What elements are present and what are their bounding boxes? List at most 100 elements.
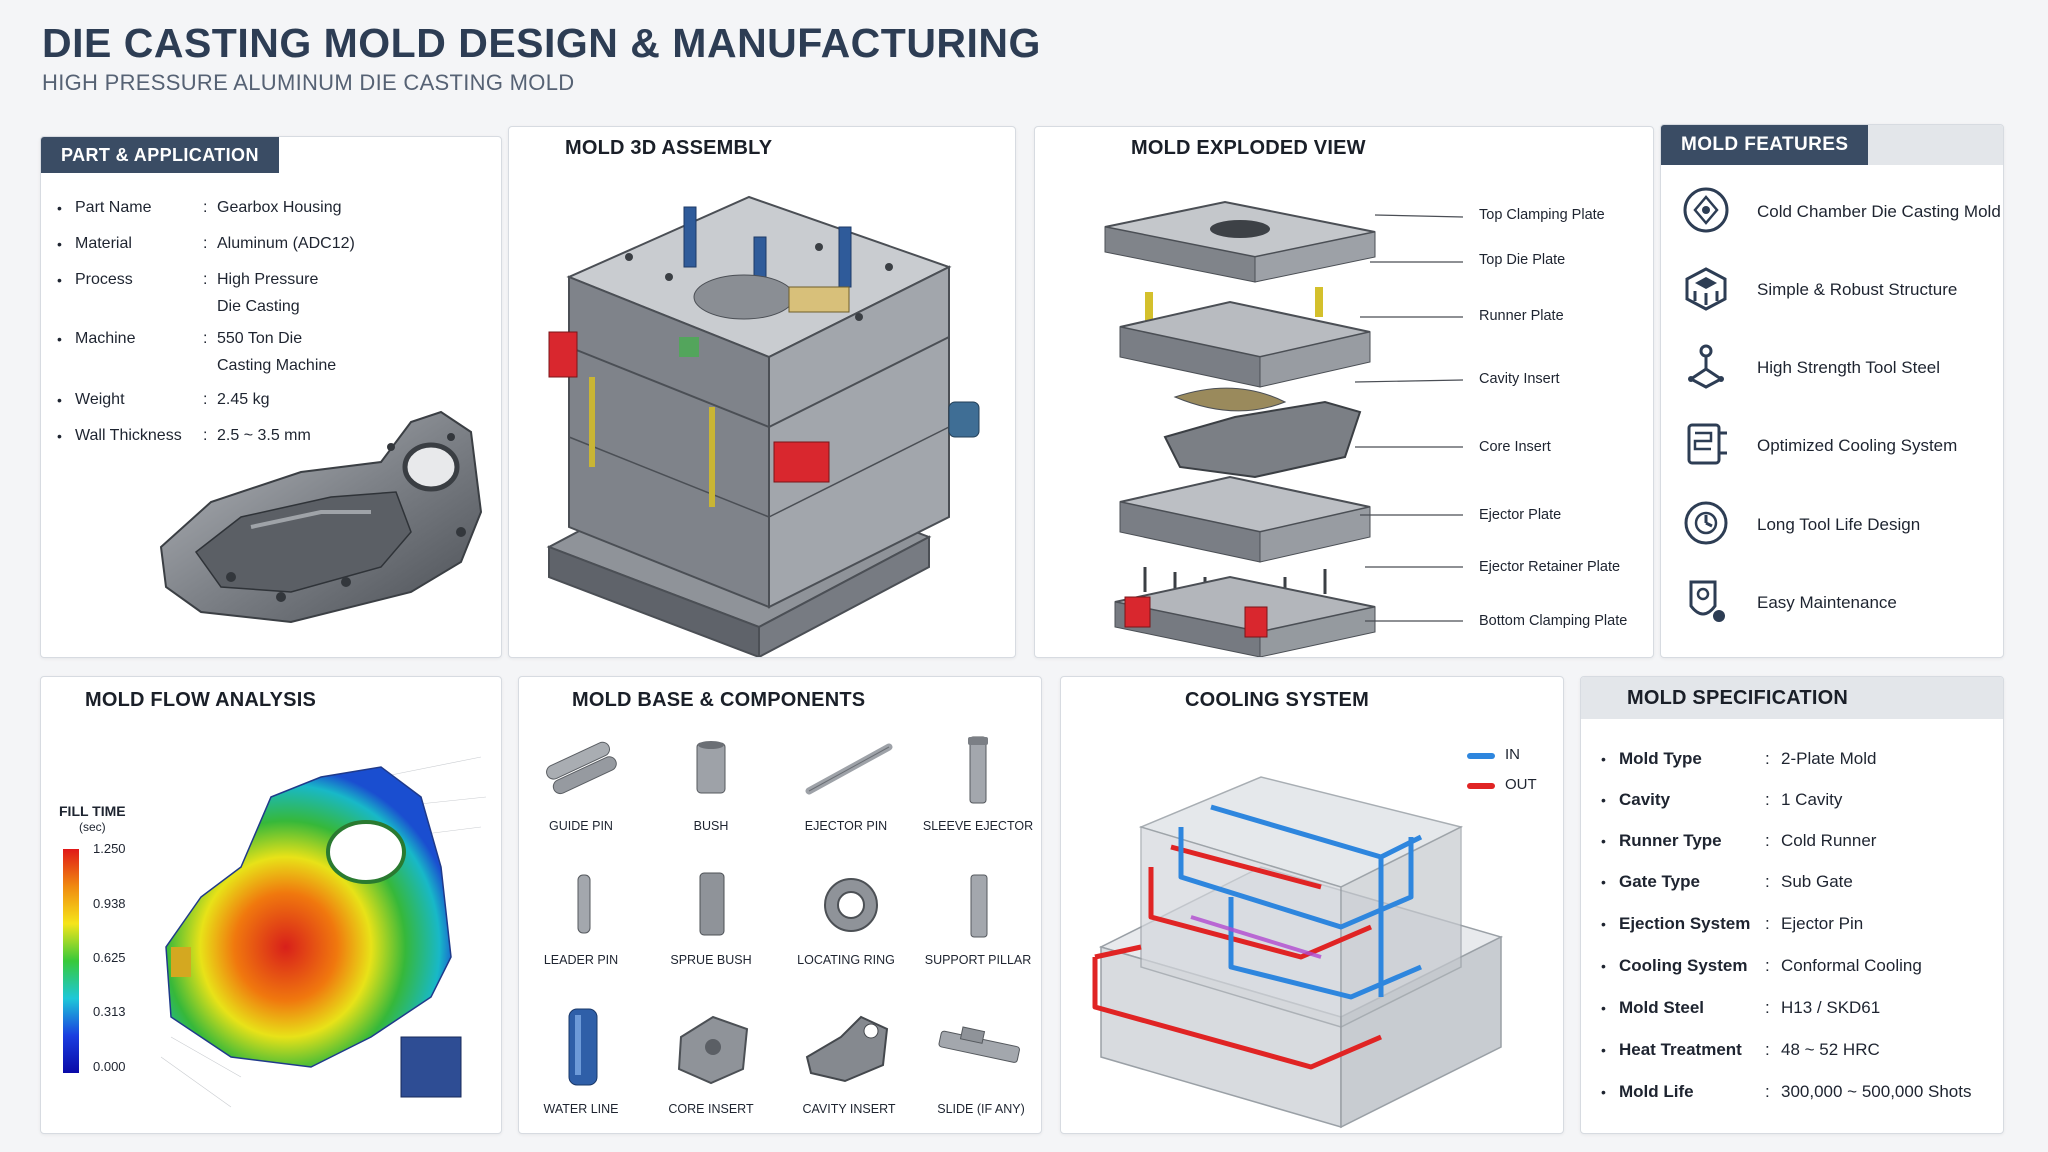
feature-label: Cold Chamber Die Casting Mold	[1757, 202, 2001, 221]
spec-row: • Mold Life : 300,000 ~ 500,000 Shots	[1601, 1082, 1972, 1101]
cavity-insert-image	[805, 1015, 889, 1083]
spec-label: Mold Life	[1619, 1082, 1694, 1101]
spec-label: Mold Type	[1619, 749, 1702, 768]
mold-base-components-title: MOLD BASE & COMPONENTS	[572, 689, 866, 711]
exploded-label: Ejector Plate	[1479, 507, 1562, 523]
feature-label: High Strength Tool Steel	[1757, 358, 1941, 377]
bush-image	[696, 741, 726, 794]
spec-value: Sub Gate	[1781, 872, 1853, 891]
spec-value: Ejector Pin	[1781, 914, 1864, 933]
part-value: 550 Ton Die	[217, 330, 303, 347]
part-label: Material	[75, 235, 132, 252]
part-value-line2: Die Casting	[217, 298, 300, 315]
spec-row: • Mold Type : 2-Plate Mold	[1601, 749, 1877, 768]
mold-assembly-image	[546, 195, 980, 657]
sprue-bush-image	[699, 872, 725, 936]
component-label: SPRUE BUSH	[670, 953, 752, 967]
component-label: CORE INSERT	[668, 1102, 754, 1116]
component-label: SUPPORT PILLAR	[924, 953, 1032, 967]
spec-row: • Mold Steel : H13 / SKD61	[1601, 998, 1881, 1017]
part-value: Gearbox Housing	[217, 199, 342, 216]
mold-base-components-panel: MOLD BASE & COMPONENTS GUIDE PIN BUSH EJ…	[518, 676, 1042, 1134]
fill-time-tick: 0.625	[93, 950, 126, 965]
fill-time-tick: 0.000	[93, 1059, 126, 1074]
spec-label: Gate Type	[1619, 872, 1700, 891]
spec-value: 300,000 ~ 500,000 Shots	[1781, 1082, 1972, 1101]
component-label: GUIDE PIN	[549, 819, 613, 833]
mold-features-panel: MOLD FEATURES Cold Chamber Die Casting M…	[1660, 124, 2004, 658]
exploded-label: Top Clamping Plate	[1479, 207, 1605, 223]
part-label: Machine	[75, 330, 136, 347]
spec-value: Conformal Cooling	[1781, 956, 1922, 975]
cooling-system-panel: COOLING SYSTEM IN OUT	[1060, 676, 1564, 1134]
spec-label: Cavity	[1619, 790, 1671, 809]
mold-exploded-view-panel: MOLD EXPLODED VIEW Top Clamping Plate To…	[1034, 126, 1654, 658]
feature-label: Simple & Robust Structure	[1757, 280, 1958, 299]
feature-label: Easy Maintenance	[1757, 593, 1897, 612]
sleeve-ejector-image	[968, 736, 988, 804]
spec-value: 2-Plate Mold	[1781, 749, 1877, 768]
part-application-panel: PART & APPLICATION • Part Name : Gearbox…	[40, 136, 502, 658]
tool-steel-icon	[1688, 344, 1724, 389]
spec-value: H13 / SKD61	[1781, 998, 1881, 1017]
spec-row: • Gate Type : Sub Gate	[1601, 872, 1853, 891]
part-label: Part Name	[75, 199, 152, 216]
mold-features-tab: MOLD FEATURES	[1661, 125, 1869, 165]
feature-label: Long Tool Life Design	[1757, 515, 1921, 534]
spec-value: Cold Runner	[1781, 831, 1877, 850]
page-title: DIE CASTING MOLD DESIGN & MANUFACTURING	[42, 20, 1041, 66]
feature-label: Optimized Cooling System	[1757, 436, 1958, 455]
mold-flow-analysis-title: MOLD FLOW ANALYSIS	[85, 689, 317, 711]
component-label: SLEEVE EJECTOR	[922, 819, 1034, 833]
spec-value: 48 ~ 52 HRC	[1781, 1040, 1880, 1059]
mold-specification-panel: MOLD SPECIFICATION • Mold Type : 2-Plate…	[1580, 676, 2004, 1134]
tool-life-icon	[1684, 501, 1728, 545]
maintenance-icon	[1689, 580, 1725, 622]
spec-row: • Cooling System : Conformal Cooling	[1601, 956, 1922, 975]
water-line-image	[568, 1008, 598, 1086]
exploded-label: Runner Plate	[1479, 308, 1564, 324]
support-pillar-image	[970, 874, 988, 938]
cooling-icon	[1687, 423, 1727, 465]
die-casting-icon	[1683, 187, 1729, 233]
mold-3d-assembly-title: MOLD 3D ASSEMBLY	[565, 137, 773, 159]
legend-in-label: IN	[1505, 746, 1520, 763]
spec-label: Runner Type	[1619, 831, 1722, 850]
gearbox-housing-image	[159, 410, 483, 624]
spec-label: Ejection System	[1619, 914, 1751, 933]
component-label: LOCATING RING	[797, 953, 895, 967]
cooling-system-title: COOLING SYSTEM	[1185, 689, 1369, 711]
structure-icon	[1685, 267, 1727, 311]
part-label: Weight	[75, 391, 125, 408]
component-label: LEADER PIN	[543, 953, 619, 967]
spec-label: Cooling System	[1619, 956, 1748, 975]
locating-ring-image	[824, 878, 878, 932]
part-value: Aluminum (ADC12)	[217, 235, 355, 252]
exploded-label: Top Die Plate	[1479, 252, 1566, 268]
spec-row: • Ejection System : Ejector Pin	[1601, 914, 1864, 933]
fill-time-tick: 0.938	[93, 896, 126, 911]
legend-in-swatch	[1467, 753, 1495, 759]
guide-pin-image	[546, 741, 617, 795]
fill-time-colorbar	[63, 849, 79, 1073]
component-label: EJECTOR PIN	[804, 819, 888, 833]
slide-image	[938, 1026, 1020, 1063]
spec-label: Mold Steel	[1619, 998, 1705, 1017]
flow-analysis-image	[160, 756, 487, 1108]
spec-label: Heat Treatment	[1619, 1040, 1742, 1059]
spec-row: • Heat Treatment : 48 ~ 52 HRC	[1601, 1040, 1880, 1059]
part-label: Process	[75, 271, 133, 288]
exploded-label: Ejector Retainer Plate	[1479, 559, 1621, 575]
component-label: WATER LINE	[543, 1102, 619, 1116]
leader-pin-image	[577, 874, 591, 934]
fill-time-legend-unit: (sec)	[79, 820, 106, 834]
exploded-label: Core Insert	[1479, 439, 1551, 455]
part-application-tab: PART & APPLICATION	[41, 137, 279, 173]
component-label: BUSH	[693, 819, 729, 833]
spec-value: 1 Cavity	[1781, 790, 1843, 809]
component-label: CAVITY INSERT	[802, 1102, 896, 1116]
fill-time-legend-title: FILL TIME	[59, 803, 126, 819]
fill-time-tick: 1.250	[93, 841, 126, 856]
mold-3d-assembly-panel: MOLD 3D ASSEMBLY	[508, 126, 1016, 658]
component-label: SLIDE (IF ANY)	[937, 1102, 1025, 1116]
